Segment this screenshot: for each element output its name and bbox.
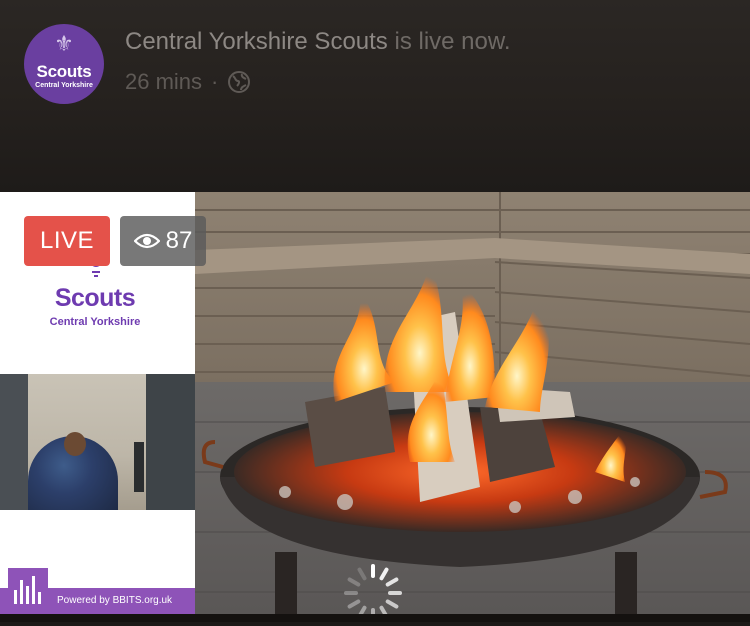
avatar-brand-text: Scouts bbox=[36, 62, 92, 81]
viewer-count-badge: 87 bbox=[120, 216, 206, 266]
video-frame bbox=[195, 192, 750, 614]
live-status-text: is live now. bbox=[394, 28, 511, 55]
globe-icon bbox=[228, 71, 251, 93]
viewer-count: 87 bbox=[165, 227, 193, 254]
live-video-player[interactable]: Scouts Central Yorkshire Powered by BBIT… bbox=[0, 192, 750, 622]
timestamp[interactable]: 26 mins bbox=[125, 69, 202, 95]
bottom-strip bbox=[0, 614, 750, 622]
page-name-link[interactable]: Central Yorkshire Scouts bbox=[125, 28, 388, 55]
bbits-logo-icon bbox=[8, 568, 48, 612]
powered-by-text: Powered by BBITS.org.uk bbox=[57, 595, 173, 606]
eye-icon bbox=[133, 233, 160, 249]
presenter-camera-feed bbox=[0, 374, 195, 510]
post-header: ⚜ Scouts Central Yorkshire Central Yorks… bbox=[0, 0, 750, 192]
live-badge: LIVE bbox=[24, 216, 110, 266]
post-meta: 26 mins · bbox=[125, 69, 251, 95]
page-avatar[interactable]: ⚜ Scouts Central Yorkshire bbox=[24, 24, 104, 104]
fleur-de-lis-icon: ⚜ bbox=[54, 31, 74, 56]
powered-by-bar: Powered by BBITS.org.uk bbox=[0, 568, 195, 614]
avatar-brand-sub: Central Yorkshire bbox=[35, 82, 93, 89]
post-title: Central Yorkshire Scouts is live now. bbox=[125, 28, 511, 56]
overlay-scouts-sub: Central Yorkshire bbox=[49, 316, 141, 328]
overlay-scouts-logo: Scouts bbox=[54, 284, 136, 312]
meta-separator: · bbox=[211, 69, 219, 94]
